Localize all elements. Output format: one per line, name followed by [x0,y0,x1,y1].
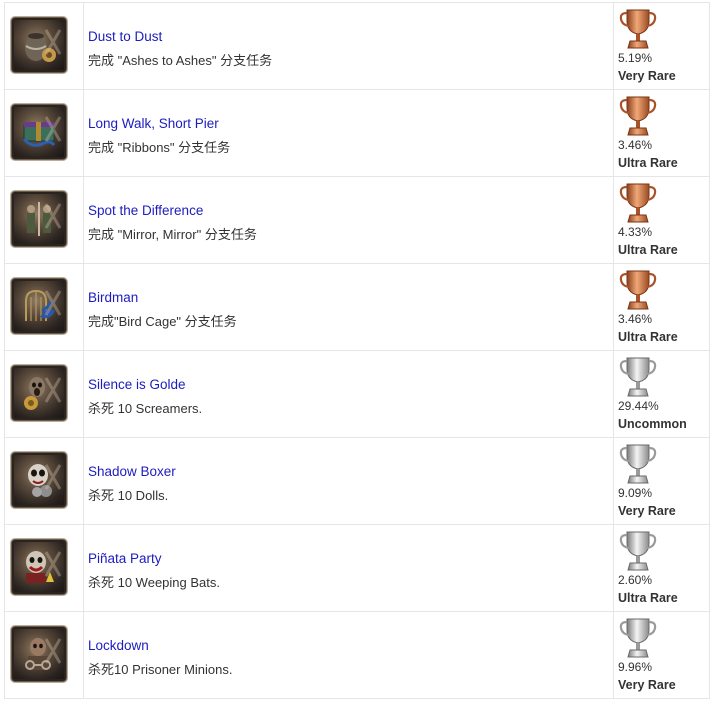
unlock-percentage: 5.19% [618,51,653,65]
trophy-cell: 9.96% Very Rare [614,612,711,698]
rarity-label: Ultra Rare [618,330,678,344]
silver-trophy-icon [619,444,657,484]
bird-cage-icon[interactable] [11,278,67,334]
achievement-description: 完成 "Ribbons" 分支任务 [88,140,231,155]
rarity-label: Ultra Rare [618,591,678,605]
achievement-title-link[interactable]: Lockdown [88,638,149,653]
unlock-percentage: 3.46% [618,312,653,326]
rarity-label: Uncommon [618,417,687,431]
thumbnail-cell [5,90,84,176]
unlock-percentage: 29.44% [618,399,659,413]
thumbnail-cell [5,3,84,89]
thumbnail-cell [5,612,84,698]
bronze-trophy-icon [619,270,657,310]
achievement-info: Lockdown 杀死10 Prisoner Minions. [84,612,614,698]
achievement-title-link[interactable]: Shadow Boxer [88,464,176,479]
thumbnail-cell [5,438,84,524]
achievement-row: Silence is Golde 杀死 10 Screamers. 29.44%… [4,351,710,438]
trophy-cell: 5.19% Very Rare [614,3,711,89]
achievements-table: Dust to Dust 完成 "Ashes to Ashes" 分支任务 5.… [4,2,710,699]
rarity-label: Very Rare [618,678,676,692]
achievement-row: Shadow Boxer 杀死 10 Dolls. 9.09% Very Rar… [4,438,710,525]
achievement-row: Lockdown 杀死10 Prisoner Minions. 9.96% Ve… [4,612,710,699]
achievement-title-link[interactable]: Birdman [88,290,138,305]
achievement-description: 杀死 10 Screamers. [88,401,203,416]
screamer-icon[interactable] [11,365,67,421]
achievement-info: Spot the Difference 完成 "Mirror, Mirror" … [84,177,614,263]
unlock-percentage: 9.09% [618,486,653,500]
unlock-percentage: 4.33% [618,225,653,239]
achievement-row: Spot the Difference 完成 "Mirror, Mirror" … [4,177,710,264]
bronze-trophy-icon [619,183,657,223]
thumbnail-cell [5,177,84,263]
achievement-info: Piñata Party 杀死 10 Weeping Bats. [84,525,614,611]
achievement-title-link[interactable]: Silence is Golde [88,377,186,392]
trophy-cell: 3.46% Ultra Rare [614,264,711,350]
trophy-cell: 29.44% Uncommon [614,351,711,437]
thumbnail-cell [5,264,84,350]
achievement-title-link[interactable]: Spot the Difference [88,203,203,218]
urn-icon[interactable] [11,17,67,73]
achievement-description: 杀死10 Prisoner Minions. [88,662,233,677]
achievement-row: Piñata Party 杀死 10 Weeping Bats. 2.60% U… [4,525,710,612]
unlock-percentage: 2.60% [618,573,653,587]
silver-trophy-icon [619,531,657,571]
thumbnail-cell [5,351,84,437]
achievement-description: 杀死 10 Dolls. [88,488,169,503]
silver-trophy-icon [619,618,657,658]
unlock-percentage: 9.96% [618,660,653,674]
achievement-description: 完成"Bird Cage" 分支任务 [88,314,237,329]
achievement-description: 完成 "Mirror, Mirror" 分支任务 [88,227,257,242]
bronze-trophy-icon [619,96,657,136]
rarity-label: Very Rare [618,504,676,518]
rarity-label: Very Rare [618,69,676,83]
unlock-percentage: 3.46% [618,138,653,152]
achievement-info: Shadow Boxer 杀死 10 Dolls. [84,438,614,524]
achievement-info: Silence is Golde 杀死 10 Screamers. [84,351,614,437]
achievement-info: Dust to Dust 完成 "Ashes to Ashes" 分支任务 [84,3,614,89]
bronze-trophy-icon [619,9,657,49]
achievement-row: Dust to Dust 完成 "Ashes to Ashes" 分支任务 5.… [4,3,710,90]
trophy-cell: 2.60% Ultra Rare [614,525,711,611]
trophy-cell: 3.46% Ultra Rare [614,90,711,176]
achievement-title-link[interactable]: Piñata Party [88,551,162,566]
achievement-title-link[interactable]: Long Walk, Short Pier [88,116,219,131]
clown-icon[interactable] [11,539,67,595]
achievement-row: Birdman 完成"Bird Cage" 分支任务 3.46% Ultra R… [4,264,710,351]
rarity-label: Ultra Rare [618,156,678,170]
trophy-cell: 4.33% Ultra Rare [614,177,711,263]
achievement-info: Birdman 完成"Bird Cage" 分支任务 [84,264,614,350]
achievement-info: Long Walk, Short Pier 完成 "Ribbons" 分支任务 [84,90,614,176]
mirror-figures-icon[interactable] [11,191,67,247]
achievement-title-link[interactable]: Dust to Dust [88,29,162,44]
achievement-description: 杀死 10 Weeping Bats. [88,575,220,590]
thumbnail-cell [5,525,84,611]
achievement-row: Long Walk, Short Pier 完成 "Ribbons" 分支任务 … [4,90,710,177]
doll-icon[interactable] [11,452,67,508]
rarity-label: Ultra Rare [618,243,678,257]
achievement-description: 完成 "Ashes to Ashes" 分支任务 [88,53,273,68]
trophy-cell: 9.09% Very Rare [614,438,711,524]
gift-box-icon[interactable] [11,104,67,160]
silver-trophy-icon [619,357,657,397]
prisoner-icon[interactable] [11,626,67,682]
